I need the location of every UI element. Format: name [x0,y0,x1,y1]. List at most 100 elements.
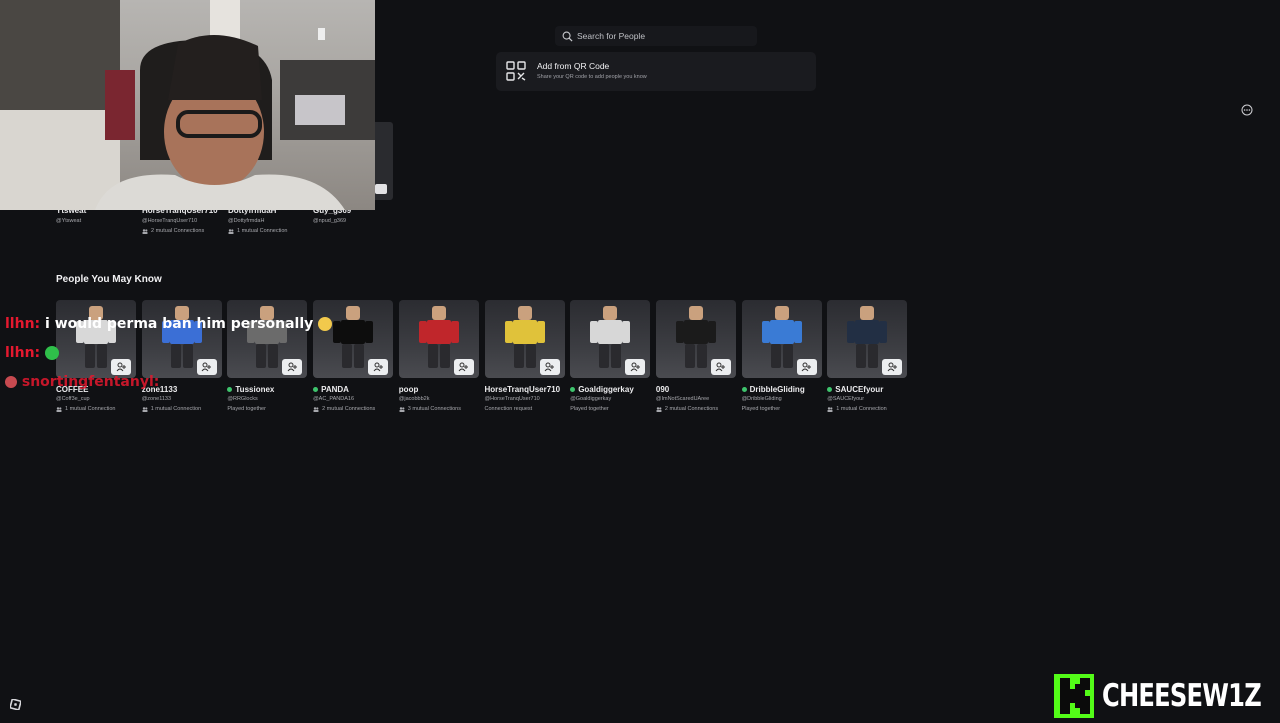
add-person-icon [715,362,726,372]
online-status-icon [827,386,833,392]
qr-title: Add from QR Code [537,61,610,71]
people-icon [141,406,148,412]
person-handle: @HorseTranqUser710 [484,396,540,402]
person-card[interactable]: SAUCEfyour @SAUCEfyour 1 mutual Connection [827,300,908,412]
person-info: 2 mutual Connections [313,406,393,412]
online-status-icon [570,386,576,392]
add-connection-button[interactable] [710,359,731,375]
connection-handle: @Ytsweat [56,218,82,224]
person-handle: @Coff3e_cup [56,396,90,402]
person-card[interactable]: 090 @ImNotScaredUAree 2 mutual Connections [655,300,736,412]
kick-logo-icon [1054,674,1094,718]
person-info: 1 mutual Connection [141,406,222,412]
people-icon [56,406,62,412]
people-icon [399,406,405,412]
connection-info: 2 mutual Connections [142,228,218,234]
avatar[interactable] [398,300,479,378]
people-icon [228,228,234,234]
add-person-icon [373,362,383,372]
person-card[interactable]: poop @jacobbb2k 3 mutual Connections [398,300,479,412]
person-card[interactable]: Goaldiggerkay @Goaldiggerkay Played togeth… [570,300,651,412]
person-info: 1 mutual Connection [827,406,907,412]
chat-text: i would perma ban him personally [45,316,314,332]
search-input[interactable]: Search for People [555,26,757,46]
avatar[interactable] [227,300,308,378]
add-person-icon [887,362,897,372]
add-person-icon [201,362,212,372]
thumbs-up-icon [5,376,17,388]
person-handle: @DribbleGliding [741,396,782,402]
person-info: Played together [227,406,266,412]
person-info: 2 mutual Connections [656,406,736,412]
add-person-icon [287,362,297,372]
person-name: PANDA [313,384,393,394]
add-connection-button[interactable] [796,359,817,375]
add-connection-button[interactable] [882,359,903,375]
connection-item[interactable]: HorseTranqUser710 @HorseTranqUser710 2 m… [142,206,218,234]
avatar[interactable] [827,300,908,378]
add-connection-button[interactable] [368,359,389,375]
add-connection-button[interactable] [625,359,646,375]
chat-message: snortingfentanyl: [5,374,159,390]
online-status-icon [741,386,747,392]
people-icon [142,228,148,234]
add-connection-button[interactable] [111,359,131,375]
avatar[interactable] [484,300,565,378]
person-card[interactable]: DribbleGliding @DribbleGliding Played toge… [741,300,822,412]
person-info: Played together [570,406,609,412]
side-panel-button[interactable] [375,184,387,194]
avatar[interactable] [570,300,651,378]
chat-username: llhn: [5,316,41,332]
person-name: HorseTranqUser710 [484,384,561,394]
qr-subtitle: Share your QR code to add people you kno… [537,74,647,80]
add-connection-button[interactable] [453,359,474,375]
add-connection-button[interactable] [282,359,303,375]
add-connection-button[interactable] [196,359,217,375]
chat-message: llhn: [5,345,60,361]
person-name: 090 [655,384,670,394]
chat-username: snortingfentanyl: [21,374,160,390]
person-name: SAUCEfyour [827,384,907,394]
add-person-icon [116,362,126,372]
search-icon [562,31,573,42]
person-handle: @AC_PANDA16 [313,396,355,402]
people-icon [313,406,319,412]
person-handle: @Goaldiggerkay [570,396,612,402]
avatar[interactable] [56,300,136,378]
add-connection-button[interactable] [539,359,560,375]
add-person-icon [458,362,469,372]
add-person-icon [801,362,812,372]
person-handle: @ImNotScaredUAree [655,396,710,402]
chat-username: llhn: [5,345,41,361]
person-info: 3 mutual Connections [399,406,479,412]
person-info: Played together [741,406,781,412]
person-handle: @jacobbb2k [398,396,430,402]
streamer-name: CHEESEW1Z [1102,678,1262,714]
add-person-icon [630,362,640,372]
online-status-icon [313,386,319,392]
connection-handle: @npud_g369 [313,218,347,224]
person-handle: @SAUCEfyour [827,396,865,402]
person-info: Connection request [484,406,533,412]
chat-message: llhn: i would perma ban him personally [5,316,333,332]
streamer-watermark: CHEESEW1Z [1054,672,1280,720]
person-name: poop [398,384,419,394]
avatar[interactable] [141,300,222,378]
section-title-people-you-may-know: People You May Know [56,274,162,285]
avatar[interactable] [655,300,736,378]
connection-handle: @HorseTranqUser710 [142,218,198,224]
online-status-icon [227,386,233,392]
people-icon [656,406,662,412]
connection-item[interactable]: DottyfrmdaH @DottyfrmdaH 1 mutual Connec… [228,206,287,234]
add-person-icon [544,362,554,372]
more-options-icon[interactable] [1241,104,1253,116]
person-handle: @RRGlocks [227,396,258,402]
person-name: DribbleGliding [741,384,822,394]
person-card[interactable]: HorseTranqUser710 @HorseTranqUser710 Conne… [484,300,565,412]
people-icon [827,406,833,412]
avatar[interactable] [313,300,394,378]
avatar[interactable] [741,300,822,378]
person-info: 1 mutual Connection [56,406,136,412]
webcam-overlay [0,0,375,210]
add-from-qr-card[interactable]: Add from QR Code Share your QR code to a… [496,52,816,91]
